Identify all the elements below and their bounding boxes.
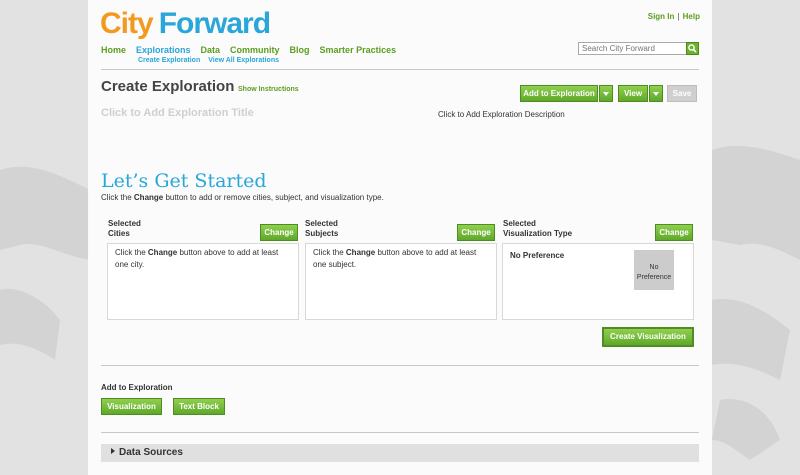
sub-nav: Create Exploration View All Explorations (138, 57, 285, 64)
change-subjects-button[interactable]: Change (457, 224, 495, 241)
add-to-exploration-dropdown[interactable] (599, 85, 613, 102)
header-divider (101, 69, 699, 70)
nav-data[interactable]: Data (201, 45, 221, 55)
search-button[interactable] (686, 42, 699, 55)
subjects-column-title: Selected Subjects (305, 219, 339, 238)
get-started-instructions: Click the Change button to add or remove… (101, 193, 384, 202)
add-to-exploration-label: Add to Exploration (101, 383, 173, 392)
chevron-down-icon (603, 92, 609, 96)
subnav-view-all-explorations[interactable]: View All Explorations (208, 57, 279, 64)
account-links: Sign In | Help (648, 12, 700, 21)
nav-blog[interactable]: Blog (290, 45, 310, 55)
subjects-box: Click the Change button above to add at … (305, 243, 497, 320)
main-nav: Home Explorations Data Community Blog Sm… (101, 45, 396, 55)
search-input[interactable] (578, 42, 688, 55)
exploration-title-placeholder[interactable]: Click to Add Exploration Title (101, 107, 254, 119)
create-visualization-button[interactable]: Create Visualization (602, 327, 694, 347)
change-cities-button[interactable]: Change (260, 224, 298, 241)
exploration-description-placeholder[interactable]: Click to Add Exploration Description (438, 110, 565, 119)
subnav-create-exploration[interactable]: Create Exploration (138, 57, 200, 64)
nav-explorations[interactable]: Explorations (136, 45, 191, 55)
city-forward-logo[interactable]: City Forward (100, 6, 271, 42)
section-divider (101, 432, 699, 433)
help-link[interactable]: Help (683, 12, 700, 21)
search-icon (688, 44, 697, 53)
page-title: Create Exploration (101, 78, 235, 95)
view-button[interactable]: View (618, 85, 648, 102)
link-separator: | (677, 12, 680, 21)
save-button[interactable]: Save (667, 85, 697, 102)
change-vis-type-button[interactable]: Change (655, 224, 693, 241)
get-started-heading: Let’s Get Started (101, 170, 267, 192)
no-preference-tile[interactable]: No Preference (634, 250, 674, 290)
chevron-right-icon (111, 448, 115, 454)
nav-home[interactable]: Home (101, 45, 126, 55)
cities-box: Click the Change button above to add at … (107, 243, 299, 320)
sign-in-link[interactable]: Sign In (648, 12, 675, 21)
show-instructions-link[interactable]: Show Instructions (238, 86, 299, 93)
vis-type-column-title: Selected Visualization Type (503, 219, 573, 238)
add-to-exploration-button[interactable]: Add to Exploration (520, 85, 598, 102)
nav-smarter-practices[interactable]: Smarter Practices (320, 45, 397, 55)
view-dropdown[interactable] (649, 85, 663, 102)
add-visualization-button[interactable]: Visualization (101, 398, 162, 415)
add-text-block-button[interactable]: Text Block (173, 398, 225, 415)
chevron-down-icon (653, 92, 659, 96)
selected-vis-type-label: No Preference (510, 251, 565, 260)
cities-column-title: Selected Cities (108, 219, 141, 238)
section-divider (101, 365, 699, 366)
data-sources-toggle[interactable]: Data Sources (101, 444, 699, 462)
nav-community[interactable]: Community (230, 45, 280, 55)
page-container: CityForward Sign In|Help Home Exploratio… (88, 0, 712, 475)
data-sources-label: Data Sources (119, 447, 183, 458)
